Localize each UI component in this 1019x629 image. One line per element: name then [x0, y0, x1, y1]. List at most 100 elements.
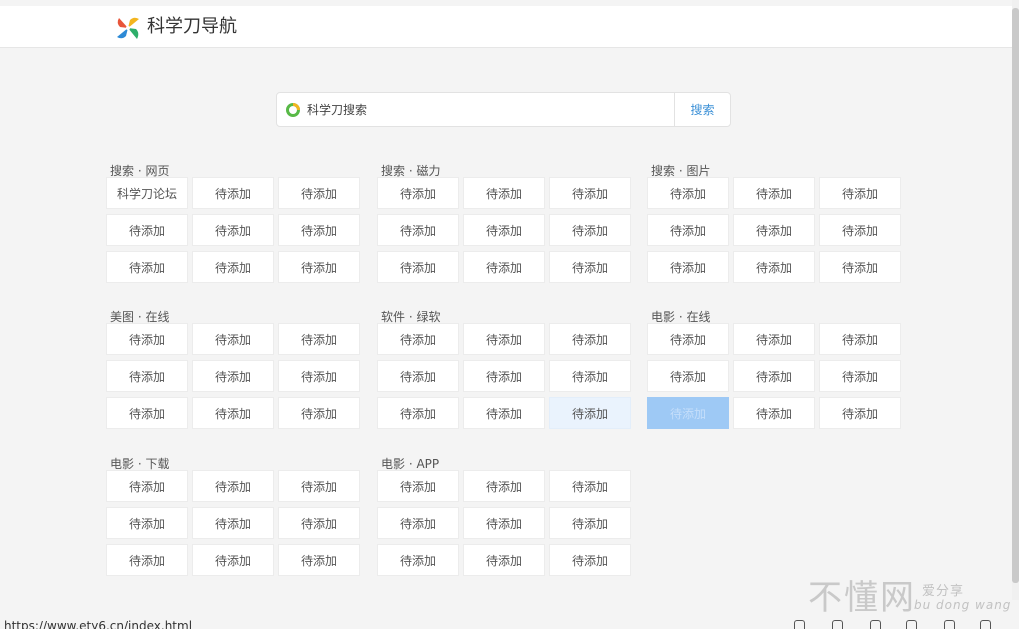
link-tile[interactable]: 待添加 — [463, 323, 545, 355]
link-tile[interactable]: 待添加 — [192, 214, 274, 246]
link-tile[interactable]: 待添加 — [733, 177, 815, 209]
link-tile[interactable]: 待添加 — [549, 544, 631, 576]
link-tile[interactable]: 待添加 — [192, 397, 274, 429]
link-tile[interactable]: 待添加 — [733, 251, 815, 283]
search-bar: 搜索 — [276, 92, 731, 127]
link-tile[interactable]: 待添加 — [278, 177, 360, 209]
link-grid: 待添加 待添加 待添加 待添加 待添加 待添加 待添加 待添加 待添加 — [106, 323, 362, 429]
link-tile[interactable]: 待添加 — [278, 544, 360, 576]
link-tile[interactable]: 待添加 — [463, 177, 545, 209]
link-tile[interactable]: 待添加 — [278, 397, 360, 429]
link-tile[interactable]: 待添加 — [106, 214, 188, 246]
link-tile[interactable]: 待添加 — [733, 323, 815, 355]
link-tile[interactable]: 待添加 — [463, 397, 545, 429]
window-icon[interactable] — [944, 620, 955, 629]
link-tile[interactable]: 待添加 — [192, 323, 274, 355]
link-tile[interactable]: 待添加 — [819, 397, 901, 429]
category-title: 搜索 · 网页 — [110, 164, 170, 178]
link-tile[interactable]: 待添加 — [106, 397, 188, 429]
scrollbar-track[interactable] — [1012, 0, 1019, 600]
link-tile[interactable]: 待添加 — [463, 360, 545, 392]
link-tile[interactable]: 待添加 — [192, 470, 274, 502]
link-tile[interactable]: 待添加 — [549, 360, 631, 392]
link-tile[interactable]: 待添加 — [192, 544, 274, 576]
link-tile[interactable]: 待添加 — [463, 544, 545, 576]
link-tile[interactable]: 待添加 — [278, 214, 360, 246]
link-tile[interactable]: 待添加 — [377, 507, 459, 539]
link-tile-hovered[interactable]: 待添加 — [549, 397, 631, 429]
link-tile[interactable]: 待添加 — [647, 177, 729, 209]
link-grid: 待添加 待添加 待添加 待添加 待添加 待添加 待添加 待添加 待添加 — [106, 470, 362, 576]
link-tile[interactable]: 待添加 — [463, 251, 545, 283]
link-tile[interactable]: 待添加 — [647, 323, 729, 355]
link-tile[interactable]: 待添加 — [192, 177, 274, 209]
link-tile[interactable]: 待添加 — [549, 323, 631, 355]
link-tile[interactable]: 待添加 — [819, 360, 901, 392]
watermark-pinyin: bu dong wang — [914, 598, 1012, 612]
link-tile[interactable]: 待添加 — [192, 507, 274, 539]
network-icon[interactable] — [832, 620, 843, 629]
link-tile[interactable]: 待添加 — [819, 214, 901, 246]
link-tile[interactable]: 待添加 — [377, 470, 459, 502]
link-tile[interactable]: 待添加 — [278, 360, 360, 392]
link-tile[interactable]: 待添加 — [377, 323, 459, 355]
pinwheel-logo-icon[interactable] — [115, 15, 141, 41]
link-tile[interactable]: 待添加 — [377, 177, 459, 209]
link-tile[interactable]: 待添加 — [106, 323, 188, 355]
category-title: 搜索 · 图片 — [651, 164, 711, 178]
page: 科学刀导航 搜索 搜索 · 网页 科学刀论坛 待添加 待添加 待添加 待添加 待… — [0, 0, 1019, 629]
link-tile[interactable]: 待添加 — [549, 177, 631, 209]
link-tile[interactable]: 待添加 — [106, 544, 188, 576]
search-button[interactable]: 搜索 — [674, 93, 730, 126]
link-tile[interactable]: 待添加 — [377, 251, 459, 283]
link-tile[interactable]: 待添加 — [377, 360, 459, 392]
watermark-logo-text: 不懂网 — [808, 578, 916, 618]
category-title: 美图 · 在线 — [110, 310, 170, 324]
link-tile[interactable]: 待添加 — [192, 251, 274, 283]
link-tile[interactable]: 待添加 — [278, 323, 360, 355]
link-tile[interactable]: 待添加 — [647, 214, 729, 246]
link-tile[interactable]: 待添加 — [819, 251, 901, 283]
site-header: 科学刀导航 — [0, 6, 1012, 48]
link-tile[interactable]: 待添加 — [549, 251, 631, 283]
trash-icon[interactable] — [870, 620, 881, 629]
link-tile[interactable]: 待添加 — [549, 214, 631, 246]
category-title: 电影 · APP — [381, 457, 440, 471]
link-tile[interactable]: 待添加 — [463, 470, 545, 502]
link-grid: 待添加 待添加 待添加 待添加 待添加 待添加 待添加 待添加 待添加 — [377, 177, 633, 283]
link-tile[interactable]: 待添加 — [377, 544, 459, 576]
link-tile[interactable]: 待添加 — [733, 397, 815, 429]
link-tile[interactable]: 待添加 — [106, 360, 188, 392]
pen-icon[interactable] — [794, 620, 805, 629]
category-title: 电影 · 下载 — [110, 457, 170, 471]
search-tray-icon[interactable] — [980, 620, 991, 629]
link-tile[interactable]: 待添加 — [647, 360, 729, 392]
link-tile[interactable]: 待添加 — [819, 323, 901, 355]
link-tile[interactable]: 待添加 — [549, 507, 631, 539]
scrollbar-thumb[interactable] — [1012, 8, 1019, 583]
link-tile[interactable]: 待添加 — [278, 251, 360, 283]
watermark-slogan: 爱分享 — [922, 584, 965, 599]
link-tile[interactable]: 科学刀论坛 — [106, 177, 188, 209]
link-tile[interactable]: 待添加 — [733, 360, 815, 392]
link-tile[interactable]: 待添加 — [192, 360, 274, 392]
link-tile-active[interactable]: 待添加 — [647, 397, 729, 429]
volume-icon[interactable] — [906, 620, 917, 629]
link-tile[interactable]: 待添加 — [377, 214, 459, 246]
link-tile[interactable]: 待添加 — [278, 507, 360, 539]
link-tile[interactable]: 待添加 — [463, 507, 545, 539]
link-tile[interactable]: 待添加 — [647, 251, 729, 283]
site-title[interactable]: 科学刀导航 — [147, 15, 237, 39]
search-input[interactable] — [307, 99, 667, 121]
link-tile[interactable]: 待添加 — [733, 214, 815, 246]
link-tile[interactable]: 待添加 — [106, 251, 188, 283]
link-tile[interactable]: 待添加 — [463, 214, 545, 246]
link-tile[interactable]: 待添加 — [106, 470, 188, 502]
link-tile[interactable]: 待添加 — [819, 177, 901, 209]
status-bar-url: https://www.ety6.cn/index.html — [4, 619, 193, 629]
link-tile[interactable]: 待添加 — [549, 470, 631, 502]
link-grid: 待添加 待添加 待添加 待添加 待添加 待添加 待添加 待添加 待添加 — [647, 177, 903, 283]
link-tile[interactable]: 待添加 — [278, 470, 360, 502]
link-tile[interactable]: 待添加 — [106, 507, 188, 539]
link-tile[interactable]: 待添加 — [377, 397, 459, 429]
